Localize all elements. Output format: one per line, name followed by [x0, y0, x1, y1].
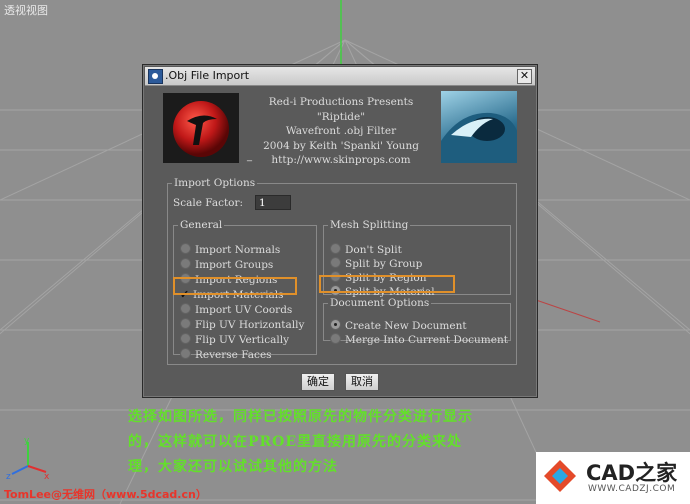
flip-uv-horizontally-option[interactable]: Flip UV Horizontally	[180, 318, 304, 332]
scale-factor-input[interactable]: 1	[255, 195, 291, 210]
option-label: Merge Into Current Document	[345, 334, 508, 346]
checkbox[interactable]	[180, 348, 191, 359]
author-credit: TomLee@无维网（www.5dcad.cn）	[4, 488, 207, 501]
import-uv-coords-option[interactable]: Import UV Coords	[180, 303, 292, 317]
cancel-button[interactable]: 取消	[345, 373, 379, 391]
dash-mark: _	[247, 151, 252, 162]
riptide-wave-image	[441, 91, 517, 163]
document-options-legend: Document Options	[330, 297, 430, 309]
option-label: Import Groups	[195, 259, 274, 271]
flip-uv-vertically-option[interactable]: Flip UV Vertically	[180, 333, 289, 347]
dont-split-option[interactable]: Don't Split	[330, 243, 402, 257]
cad-logo-icon	[544, 460, 576, 492]
split-by-group-option[interactable]: Split by Group	[330, 257, 422, 271]
general-legend: General	[180, 219, 223, 231]
brand-name: CAD之家	[586, 461, 678, 485]
document-options-group: Document Options Create New Document Mer…	[323, 297, 511, 346]
axis-gizmo: y z x	[6, 436, 52, 484]
split-by-material-highlight	[319, 275, 455, 293]
red-i-logo	[163, 93, 239, 163]
app-icon	[148, 69, 163, 84]
import-options-legend: Import Options	[174, 177, 256, 189]
radio-button[interactable]	[330, 319, 341, 330]
viewport-label: 透视视图	[4, 4, 48, 17]
credit-line: Red-i Productions Presents	[268, 96, 414, 108]
credit-line: 2004 by Keith 'Spanki' Young	[263, 139, 419, 152]
close-button[interactable]: ✕	[517, 69, 532, 84]
credit-line: http://www.skinprops.com	[271, 154, 411, 167]
reverse-faces-option[interactable]: Reverse Faces	[180, 348, 272, 362]
merge-into-current-option[interactable]: Merge Into Current Document	[330, 333, 508, 347]
axis-z-label: z	[6, 472, 11, 480]
import-groups-option[interactable]: Import Groups	[180, 258, 273, 272]
radio-button[interactable]	[330, 333, 341, 344]
checkbox[interactable]	[180, 258, 191, 269]
checkbox[interactable]	[180, 318, 191, 329]
ok-button[interactable]: 确定	[301, 373, 335, 391]
checkbox[interactable]	[180, 333, 191, 344]
option-label: Import UV Coords	[195, 304, 293, 316]
cadzj-brand: CAD之家 WWW.CADZJ.COM	[536, 452, 690, 504]
obj-import-dialog: .Obj File Import ✕ Red-i Productions Pre…	[142, 64, 538, 398]
instruction-caption: 选择如图所选，同样已按照原先的物件分类进行显示 的，这样就可以在PROE里直接用…	[128, 405, 548, 480]
option-label: Flip UV Horizontally	[195, 319, 305, 331]
option-label: Create New Document	[345, 320, 467, 332]
dialog-title: .Obj File Import	[165, 69, 250, 82]
create-new-document-option[interactable]: Create New Document	[330, 319, 467, 333]
caption-line: 理，大家还可以试试其他的方法	[128, 459, 338, 475]
option-label: Don't Split	[345, 244, 402, 256]
import-materials-highlight	[173, 277, 297, 295]
mesh-splitting-legend: Mesh Splitting	[330, 219, 409, 231]
option-label: Flip UV Vertically	[195, 334, 290, 346]
dialog-titlebar[interactable]: .Obj File Import ✕	[145, 67, 535, 86]
option-label: Reverse Faces	[195, 349, 272, 361]
radio-button[interactable]	[330, 257, 341, 268]
radio-button[interactable]	[330, 243, 341, 254]
checkbox[interactable]	[180, 243, 191, 254]
brand-url: WWW.CADZJ.COM	[588, 484, 676, 494]
axis-y-label: y	[24, 436, 30, 446]
credit-line: Wavefront .obj Filter	[285, 125, 397, 138]
option-label: Split by Group	[345, 258, 423, 270]
checkbox[interactable]	[180, 303, 191, 314]
credits-block: Red-i Productions Presents "Riptide" Wav…	[247, 95, 435, 168]
caption-line: 的，这样就可以在PROE里直接用原先的分类来处	[128, 434, 463, 450]
axis-x-label: x	[44, 472, 50, 480]
import-normals-option[interactable]: Import Normals	[180, 243, 280, 257]
caption-line: 选择如图所选，同样已按照原先的物件分类进行显示	[128, 409, 473, 425]
credit-line: "Riptide"	[316, 110, 366, 123]
option-label: Import Normals	[195, 244, 281, 256]
scale-factor-label: Scale Factor:	[173, 197, 244, 209]
